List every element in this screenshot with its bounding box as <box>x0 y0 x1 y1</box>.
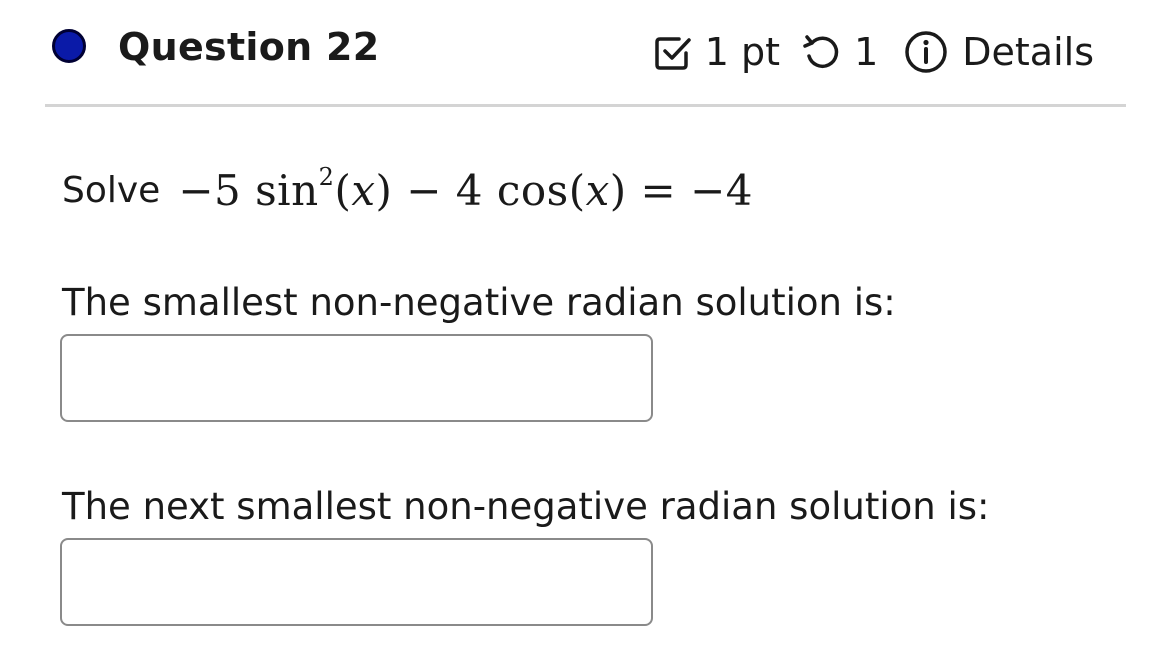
equation-exponent: 2 <box>318 162 335 191</box>
retry-icon <box>802 32 842 72</box>
retry-count: 1 <box>854 30 879 74</box>
answer-input-2[interactable] <box>60 538 653 626</box>
answer-prompt-1: The smallest non-negative radian solutio… <box>62 281 896 324</box>
points-label: 1 pt <box>704 30 781 74</box>
solve-label: Solve <box>62 169 161 211</box>
equation-part-1: −5 sin <box>178 165 319 215</box>
question-title: Question 22 <box>118 25 380 69</box>
problem-statement: Solve −5 sin2(𝑥) − 4 cos(𝑥) = −4 <box>62 160 753 220</box>
checkbox-icon <box>653 32 693 72</box>
header-divider <box>45 104 1126 107</box>
details-link[interactable]: Details <box>962 30 1094 74</box>
info-icon[interactable] <box>904 30 948 74</box>
equation-part-2: (𝑥) − 4 cos(𝑥) = −4 <box>334 165 753 215</box>
answer-input-1[interactable] <box>60 334 653 422</box>
answer-prompt-2: The next smallest non-negative radian so… <box>62 485 990 528</box>
equation: −5 sin2(𝑥) − 4 cos(𝑥) = −4 <box>178 162 753 215</box>
status-dot-icon <box>52 29 86 63</box>
question-header: Question 22 1 pt 1 Details <box>0 0 1170 100</box>
question-meta: 1 pt 1 Details <box>653 26 1094 78</box>
